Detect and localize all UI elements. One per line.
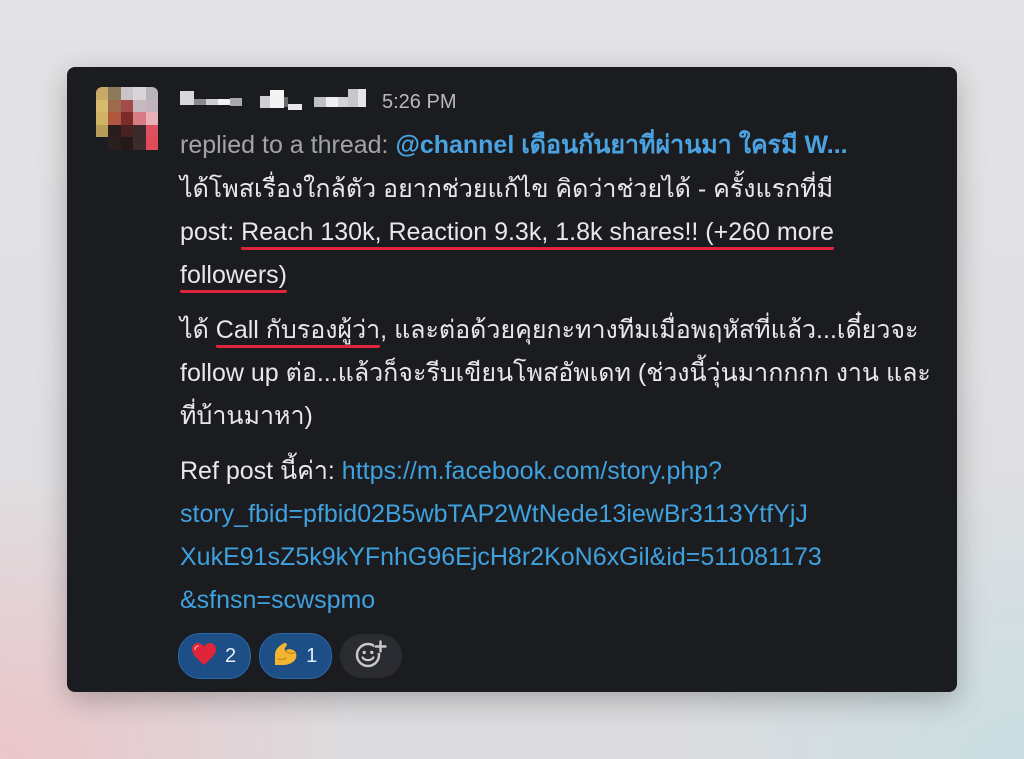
flexed-biceps-icon — [272, 641, 298, 671]
message-header: 5:26 PM — [180, 87, 456, 117]
red-heart-icon — [191, 642, 217, 670]
link-part-3[interactable]: XukE91sZ5k9kYFnhG96EjcH8r2KoN6xGil&id=51… — [180, 543, 822, 571]
sender-name-redacted[interactable] — [180, 89, 366, 114]
message-timestamp[interactable]: 5:26 PM — [382, 91, 456, 114]
para1-line1: ได้โพสเรื่องใกล้ตัว อยากช่วยแก้ไข คิดว่า… — [180, 175, 834, 203]
message-card: 5:26 PM replied to a thread: @channel เด… — [67, 67, 957, 692]
thread-link[interactable]: @channel เดือนกันยาที่ผ่านมา ใครมี W... — [395, 131, 847, 159]
para2-lead: ได้ — [180, 316, 216, 344]
reaction-heart-count: 2 — [225, 644, 237, 667]
para1-lead: post: — [180, 218, 242, 246]
highlighted-stats: Reach 130k, Reaction 9.3k, 1.8k shares!!… — [241, 218, 834, 250]
thread-reply-prefix: replied to a thread: — [180, 131, 389, 159]
message-body: ได้โพสเรื่องใกล้ตัว อยากช่วยแก้ไข คิดว่า… — [180, 168, 940, 634]
highlighted-followers: followers) — [180, 261, 287, 293]
link-part-2[interactable]: story_fbid=pfbid02B5wbTAP2WtNede13iewBr3… — [180, 500, 808, 528]
para3-lead: Ref post นี้ค่า: — [180, 457, 342, 485]
add-reaction-button[interactable] — [340, 634, 403, 678]
message-paragraph-3: Ref post นี้ค่า: https://m.facebook.com/… — [180, 450, 940, 622]
reactions-bar: 2 1 — [178, 633, 403, 679]
reaction-flexed-biceps[interactable]: 1 — [259, 633, 333, 679]
reaction-heart[interactable]: 2 — [178, 633, 252, 679]
add-emoji-icon — [354, 639, 388, 674]
avatar[interactable] — [96, 87, 158, 162]
thread-reply-context: replied to a thread: @channel เดือนกันยา… — [180, 129, 940, 161]
reaction-biceps-count: 1 — [306, 644, 318, 667]
highlighted-call: Call กับรองผู้ว่า — [215, 316, 381, 348]
link-part-4[interactable]: &sfnsn=scwspmo — [180, 586, 375, 614]
message-paragraph-1: ได้โพสเรื่องใกล้ตัว อยากช่วยแก้ไข คิดว่า… — [180, 168, 940, 297]
link-part-1[interactable]: https://m.facebook.com/story.php? — [342, 457, 722, 485]
message-paragraph-2: ได้ Call กับรองผู้ว่า, และต่อด้วยคุยกะทา… — [180, 309, 940, 438]
